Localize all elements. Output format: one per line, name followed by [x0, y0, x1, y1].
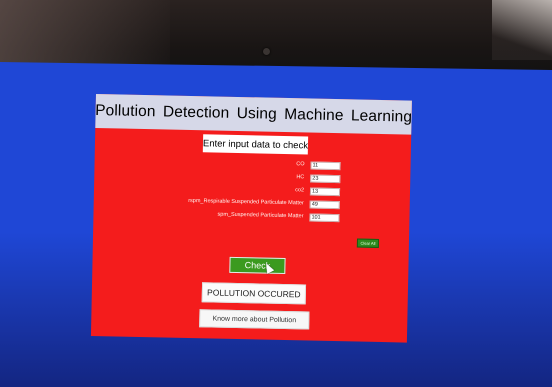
photo-frame: Pollution Detection Using Machine Learni… — [0, 0, 552, 387]
instruction-text: Enter input data to check — [202, 137, 309, 151]
co-input[interactable] — [310, 161, 341, 171]
app-title: Pollution Detection Using Machine Learni… — [95, 101, 413, 126]
co-label: CO — [296, 161, 305, 168]
clear-all-button[interactable]: Clear All — [356, 238, 380, 248]
ambient-light — [492, 0, 552, 60]
rspm-label: rspm_Respirable Suspended Particulate Ma… — [188, 197, 304, 207]
webcam-icon — [263, 48, 270, 55]
app-window: Pollution Detection Using Machine Learni… — [90, 94, 412, 343]
hc-input[interactable] — [310, 174, 341, 184]
hc-label: HC — [296, 174, 305, 181]
spm-label: spm_Suspended Particulate Matter — [217, 211, 304, 220]
bezel-glare — [0, 0, 170, 70]
co2-input[interactable] — [309, 187, 341, 197]
result-box: POLLUTION OCCURED — [201, 282, 307, 305]
spm-input[interactable] — [309, 213, 340, 223]
co2-label: co2 — [295, 187, 305, 194]
instruction-banner: Enter input data to check — [202, 134, 309, 155]
rspm-input[interactable] — [309, 200, 340, 210]
check-button[interactable]: Check — [229, 256, 286, 275]
know-more-button[interactable]: Know more about Pollution — [199, 309, 310, 330]
result-text: POLLUTION OCCURED — [206, 287, 301, 300]
title-bar: Pollution Detection Using Machine Learni… — [95, 94, 412, 135]
